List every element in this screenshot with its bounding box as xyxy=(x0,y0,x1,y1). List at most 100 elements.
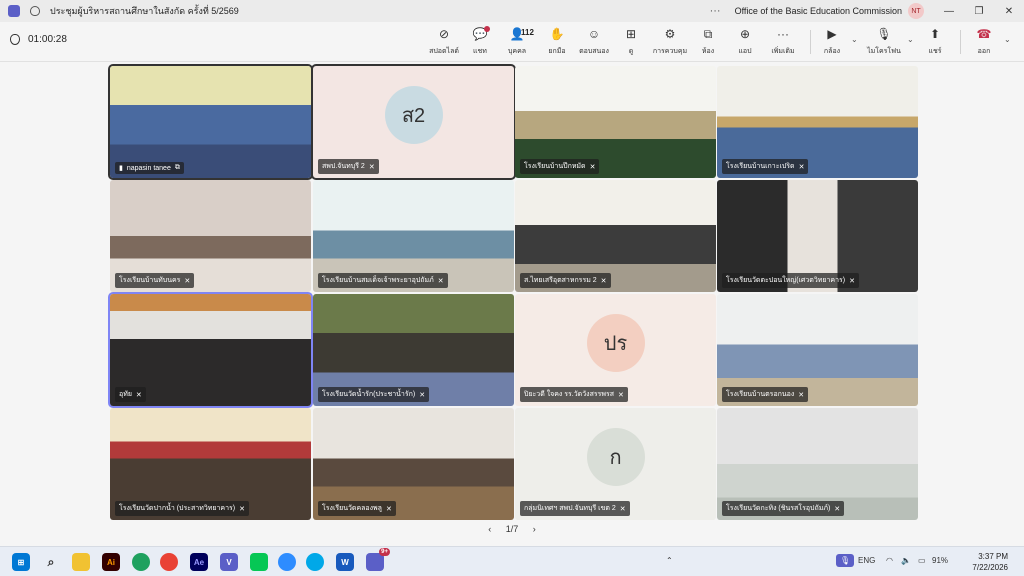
video-tile[interactable]: โรงเรียนบ้านปึกหมัด ✕ xyxy=(515,66,716,178)
meeting-timer: 01:00:28 xyxy=(10,34,67,45)
mic-off-icon: ✕ xyxy=(589,163,596,171)
video-tile[interactable]: โรงเรียนวัดน้ำรัก(ประชาน้ำรัก) ✕ xyxy=(313,294,514,406)
participant-name-tag: โรงเรียนวัดกะทิง (ชินรสโรอุปถัมภ์) ✕ xyxy=(722,501,845,516)
battery-percent: 91% xyxy=(932,556,949,565)
video-tile[interactable]: ▮ napasin tanee ⧉ xyxy=(108,64,313,180)
video-tile[interactable]: ก กลุ่มนิเทศฯ สพป.จันทบุรี เขต 2 ✕ xyxy=(515,408,716,520)
mic-off-icon: ✕ xyxy=(619,505,626,513)
video-tile[interactable]: โรงเรียนวัดคลองพลู ✕ xyxy=(313,408,514,520)
minimize-icon[interactable]: — xyxy=(934,0,964,22)
avatar[interactable]: NT xyxy=(908,3,924,19)
shield-icon xyxy=(30,6,40,16)
notification-badge xyxy=(484,26,490,32)
people-button[interactable]: 👤 112 บุคคล xyxy=(497,26,537,58)
participant-name-tag: กลุ่มนิเทศฯ สพป.จันทบุรี เขต 2 ✕ xyxy=(520,501,630,516)
apps-button[interactable]: ⊕ แอป xyxy=(725,26,765,58)
share-icon: ⬆ xyxy=(929,27,941,41)
prev-page-button[interactable]: ‹ xyxy=(488,524,491,534)
search-icon[interactable]: ⌕ xyxy=(42,553,60,571)
divider xyxy=(810,30,811,54)
participant-name-tag: โรงเรียนบ้านทับนคร ✕ xyxy=(115,273,195,288)
pin-icon: ⧉ xyxy=(174,164,180,171)
plus-icon: ⊕ xyxy=(739,27,751,41)
participant-name-tag: โรงเรียนวัดน้ำรัก(ประชาน้ำรัก) ✕ xyxy=(318,387,430,402)
word-icon[interactable]: W xyxy=(336,553,354,571)
mic-in-use-icon[interactable]: 🎙 xyxy=(836,554,855,567)
react-button[interactable]: ☺ ตอบสนอง xyxy=(574,26,614,58)
video-tile[interactable]: โรงเรียนบ้านสมเด็จเจ้าพระยาอุปถัมภ์ ✕ xyxy=(313,180,514,292)
file-explorer-icon[interactable] xyxy=(72,553,90,571)
video-tile[interactable]: โรงเรียนวัดตะปอนใหญ่(เศวตวิทยาคาร) ✕ xyxy=(717,180,918,292)
more-icon: ··· xyxy=(777,27,789,41)
mic-icon: 🎙 xyxy=(876,27,892,41)
edge-icon[interactable] xyxy=(132,553,150,571)
camera-button[interactable]: ▶ กล้อง xyxy=(812,26,852,58)
line-icon[interactable] xyxy=(250,553,268,571)
no-video-icon: ⊘ xyxy=(438,27,450,41)
wifi-icon[interactable]: ◠ xyxy=(886,556,893,565)
organization-name: Office of the Basic Education Commission xyxy=(734,6,902,16)
battery-icon[interactable]: ▭ xyxy=(918,556,926,565)
app-v-icon[interactable]: V xyxy=(220,553,238,571)
mic-off-icon: ✕ xyxy=(618,391,624,399)
chrome-icon[interactable] xyxy=(160,553,178,571)
language-indicator[interactable]: ENG xyxy=(858,556,875,565)
page-indicator: 1/7 xyxy=(505,524,519,534)
teams-badge: 9+ xyxy=(379,548,390,556)
video-tile[interactable]: ส.ไทยเสรีอุตสาหกรรม 2 ✕ xyxy=(515,180,716,292)
spotlight-button[interactable]: ⊘ สปอตไลต์ xyxy=(424,26,464,58)
hand-icon: ✋ xyxy=(549,27,565,41)
more-options-button[interactable]: ··· xyxy=(710,5,721,17)
date-text: 7/22/2026 xyxy=(972,563,1008,572)
mic-off-icon: ✕ xyxy=(368,163,375,171)
participant-name-tag: โรงเรียนบ้านปึกหมัด ✕ xyxy=(520,159,600,174)
video-tile[interactable]: อุทัย ✕ xyxy=(108,292,313,408)
mic-options-chevron-icon[interactable]: ⌄ xyxy=(907,35,914,44)
speaker-icon[interactable]: 🔈 xyxy=(901,556,911,565)
leave-button[interactable]: ☎ ออก xyxy=(964,26,1004,58)
zoom-icon[interactable] xyxy=(278,553,296,571)
mic-off-icon: ✕ xyxy=(600,277,607,285)
restore-icon[interactable]: ❐ xyxy=(964,0,994,22)
timer-text: 01:00:28 xyxy=(28,34,67,45)
participant-name-tag: โรงเรียนบ้านสมเด็จเจ้าพระยาอุปถัมภ์ ✕ xyxy=(318,273,448,288)
video-tile[interactable]: ปร ปิยะวดี ใจคง รร.วัดวังสรรพรส ✕ xyxy=(515,294,716,406)
raise-hand-button[interactable]: ✋ ยกมือ xyxy=(537,26,577,58)
mic-button[interactable]: 🎙 ไมโครโฟน xyxy=(864,26,904,58)
video-tile[interactable]: โรงเรียนบ้านตรอกนอง ✕ xyxy=(717,294,918,406)
camera-options-chevron-icon[interactable]: ⌄ xyxy=(851,35,858,44)
title-bar: ประชุมผู้บริหารสถานศึกษาในสังกัด ครั้งที… xyxy=(0,0,1024,22)
more-button[interactable]: ··· เพิ่มเติม xyxy=(763,26,803,58)
teams-icon[interactable]: 9+ xyxy=(366,548,390,571)
close-icon[interactable]: ✕ xyxy=(994,0,1024,22)
leave-options-chevron-icon[interactable]: ⌄ xyxy=(1004,35,1011,44)
rooms-button[interactable]: ⧉ ห้อง xyxy=(688,26,728,58)
video-tile[interactable]: ส2 สพป.จันทบุรี 2 ✕ xyxy=(311,64,516,180)
video-tile[interactable]: โรงเรียนบ้านทับนคร ✕ xyxy=(110,180,311,292)
chevron-up-icon[interactable]: ⌃ xyxy=(666,556,673,565)
divider xyxy=(960,30,961,54)
after-effects-icon[interactable]: Ae xyxy=(190,553,208,571)
chat-button[interactable]: 💬 แชท xyxy=(460,26,500,58)
controls-button[interactable]: ⚙ การควบคุม xyxy=(650,26,690,58)
illustrator-icon[interactable]: Ai xyxy=(102,553,120,571)
clock[interactable]: 3:37 PM 7/22/2026 xyxy=(972,551,1008,573)
avatar: ส2 xyxy=(384,86,443,145)
start-icon[interactable]: ⊞ xyxy=(12,553,30,571)
share-button[interactable]: ⬆ แชร์ xyxy=(915,26,955,58)
participant-name-tag: โรงเรียนวัดคลองพลู ✕ xyxy=(318,501,396,516)
avatar: ปร xyxy=(586,314,645,373)
participant-name-tag: โรงเรียนวัดปากน้ำ (ประสาทวิทยาคาร) ✕ xyxy=(115,501,249,516)
mic-off-icon: ✕ xyxy=(239,505,245,513)
avatar: ก xyxy=(586,428,645,487)
pagination: ‹ 1/7 › xyxy=(0,524,1024,534)
video-tile[interactable]: โรงเรียนบ้านเกาะเปริด ✕ xyxy=(717,66,918,178)
participant-name-tag: อุทัย ✕ xyxy=(115,387,146,402)
video-tile[interactable]: โรงเรียนวัดปากน้ำ (ประสาทวิทยาคาร) ✕ xyxy=(110,408,311,520)
grid-icon: ⊞ xyxy=(625,27,637,41)
next-page-button[interactable]: › xyxy=(533,524,536,534)
mic-off-icon: ✕ xyxy=(135,391,142,399)
view-button[interactable]: ⊞ ดู xyxy=(611,26,651,58)
video-tile[interactable]: โรงเรียนวัดกะทิง (ชินรสโรอุปถัมภ์) ✕ xyxy=(717,408,918,520)
canva-icon[interactable] xyxy=(306,553,324,571)
